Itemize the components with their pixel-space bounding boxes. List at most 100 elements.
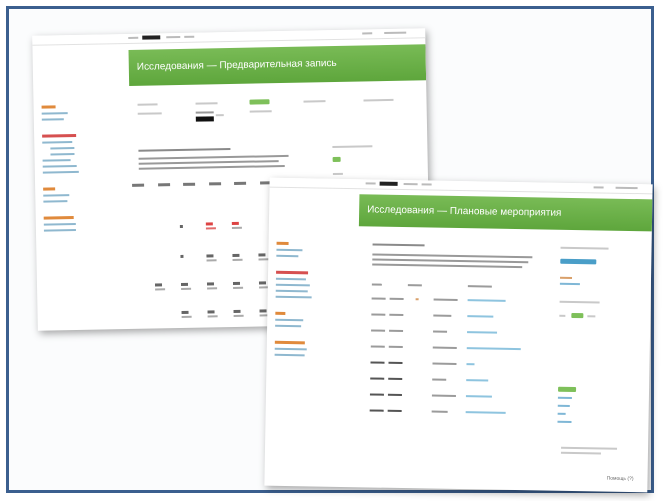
sidebar [274,228,347,357]
nav-link[interactable] [593,186,604,189]
sidebar-link[interactable] [43,200,68,203]
sidebar-link[interactable] [275,295,312,299]
nav-link[interactable] [421,183,432,186]
description-line [372,258,529,264]
table-row[interactable] [371,329,531,335]
legend-link[interactable] [557,420,572,423]
sidebar-link[interactable] [274,353,305,357]
nav-link[interactable] [166,35,181,39]
table-row[interactable] [370,377,530,383]
page-header: Исследования — Плановые мероприятия [358,194,653,232]
sidebar-section-heading [42,133,77,138]
legend-link[interactable] [557,404,570,407]
calendar-day[interactable] [180,254,192,265]
calendar-day[interactable] [205,222,218,232]
calendar-day[interactable] [179,224,192,235]
nav-link[interactable] [184,35,195,38]
calendar-day[interactable] [232,281,245,292]
sidebar-link[interactable] [274,347,307,351]
sidebar-section-heading [43,216,74,220]
nav-link[interactable] [362,32,373,35]
calendar-day[interactable] [180,282,193,293]
table-row[interactable] [369,409,530,415]
table-row[interactable] [370,361,530,367]
page-header: Исследования — Предварительная запись [128,44,427,86]
description-line [138,164,285,170]
calendar-day[interactable] [206,254,218,264]
sidebar-link[interactable] [42,159,71,162]
toggle-active[interactable] [571,312,584,319]
sidebar-link[interactable] [275,289,308,293]
sidebar [41,90,114,232]
table-row[interactable] [371,313,531,319]
sidebar-section-heading [276,241,289,246]
top-navigation-bar [269,177,653,195]
screenshot-planned-events: Исследования — Плановые мероприятия Помо… [264,177,653,493]
sidebar-link[interactable] [42,164,77,168]
calendar-weekdays [132,181,273,187]
calendar-day[interactable] [181,310,194,321]
sidebar-link[interactable] [43,194,70,197]
filter-label [559,276,573,279]
sidebar-link[interactable] [41,112,68,115]
description-line [372,263,523,269]
note-line [561,446,618,450]
sidebar-link[interactable] [275,277,306,281]
nav-active-item[interactable] [379,181,398,186]
sidebar-section-heading [275,311,286,315]
sidebar-link[interactable] [276,248,303,252]
step-value [137,112,162,115]
filter-link[interactable] [559,282,580,286]
help-link[interactable]: Помощь (?) [607,476,634,482]
description-line [138,160,279,165]
nav-link[interactable] [128,36,139,39]
top-navigation-bar [32,28,426,46]
calendar-day[interactable] [231,221,244,232]
sidebar-link[interactable] [42,170,79,174]
sidebar-section-heading [276,270,309,275]
sidebar-link[interactable] [50,153,75,156]
sidebar-link[interactable] [275,318,304,322]
step-value [215,114,224,117]
sidebar-section-heading [274,340,305,345]
selected-slot[interactable] [195,116,214,122]
sidebar-section-heading [43,187,56,191]
panel-subtitle [559,300,600,304]
sidebar-link[interactable] [50,147,75,150]
nav-link[interactable] [615,186,638,190]
step-label [363,98,394,102]
sidebar-link[interactable] [43,222,76,226]
sidebar-link[interactable] [275,283,310,287]
legend-link[interactable] [557,412,566,415]
calendar-day[interactable] [232,253,244,264]
panel-title [332,145,373,149]
sidebar-link[interactable] [41,118,64,121]
legend-badge [558,386,577,393]
description-line [138,154,289,160]
nav-link[interactable] [384,31,407,35]
table-row[interactable] [371,297,532,303]
calendar-day[interactable] [154,283,167,293]
sidebar-link[interactable] [42,141,73,144]
sidebar-link[interactable] [276,254,299,258]
sidebar-link[interactable] [43,228,76,232]
legend-link[interactable] [557,396,572,399]
calendar-day[interactable] [207,310,220,320]
step-value [249,110,272,113]
calendar-grid [132,181,273,187]
note-line [560,451,601,455]
nav-active-item[interactable] [142,35,161,40]
nav-link[interactable] [365,182,376,185]
calendar-day[interactable] [206,282,219,292]
legend-swatch [332,156,341,163]
step-label [303,100,326,103]
table-row[interactable] [369,393,530,399]
calendar-day[interactable] [233,309,246,320]
sidebar-link[interactable] [275,324,302,328]
active-step-tab[interactable] [249,99,270,105]
step-label [195,102,218,105]
nav-link[interactable] [403,183,418,186]
description-line [372,253,533,259]
table-row[interactable] [370,345,531,351]
filter-button[interactable] [560,258,597,265]
